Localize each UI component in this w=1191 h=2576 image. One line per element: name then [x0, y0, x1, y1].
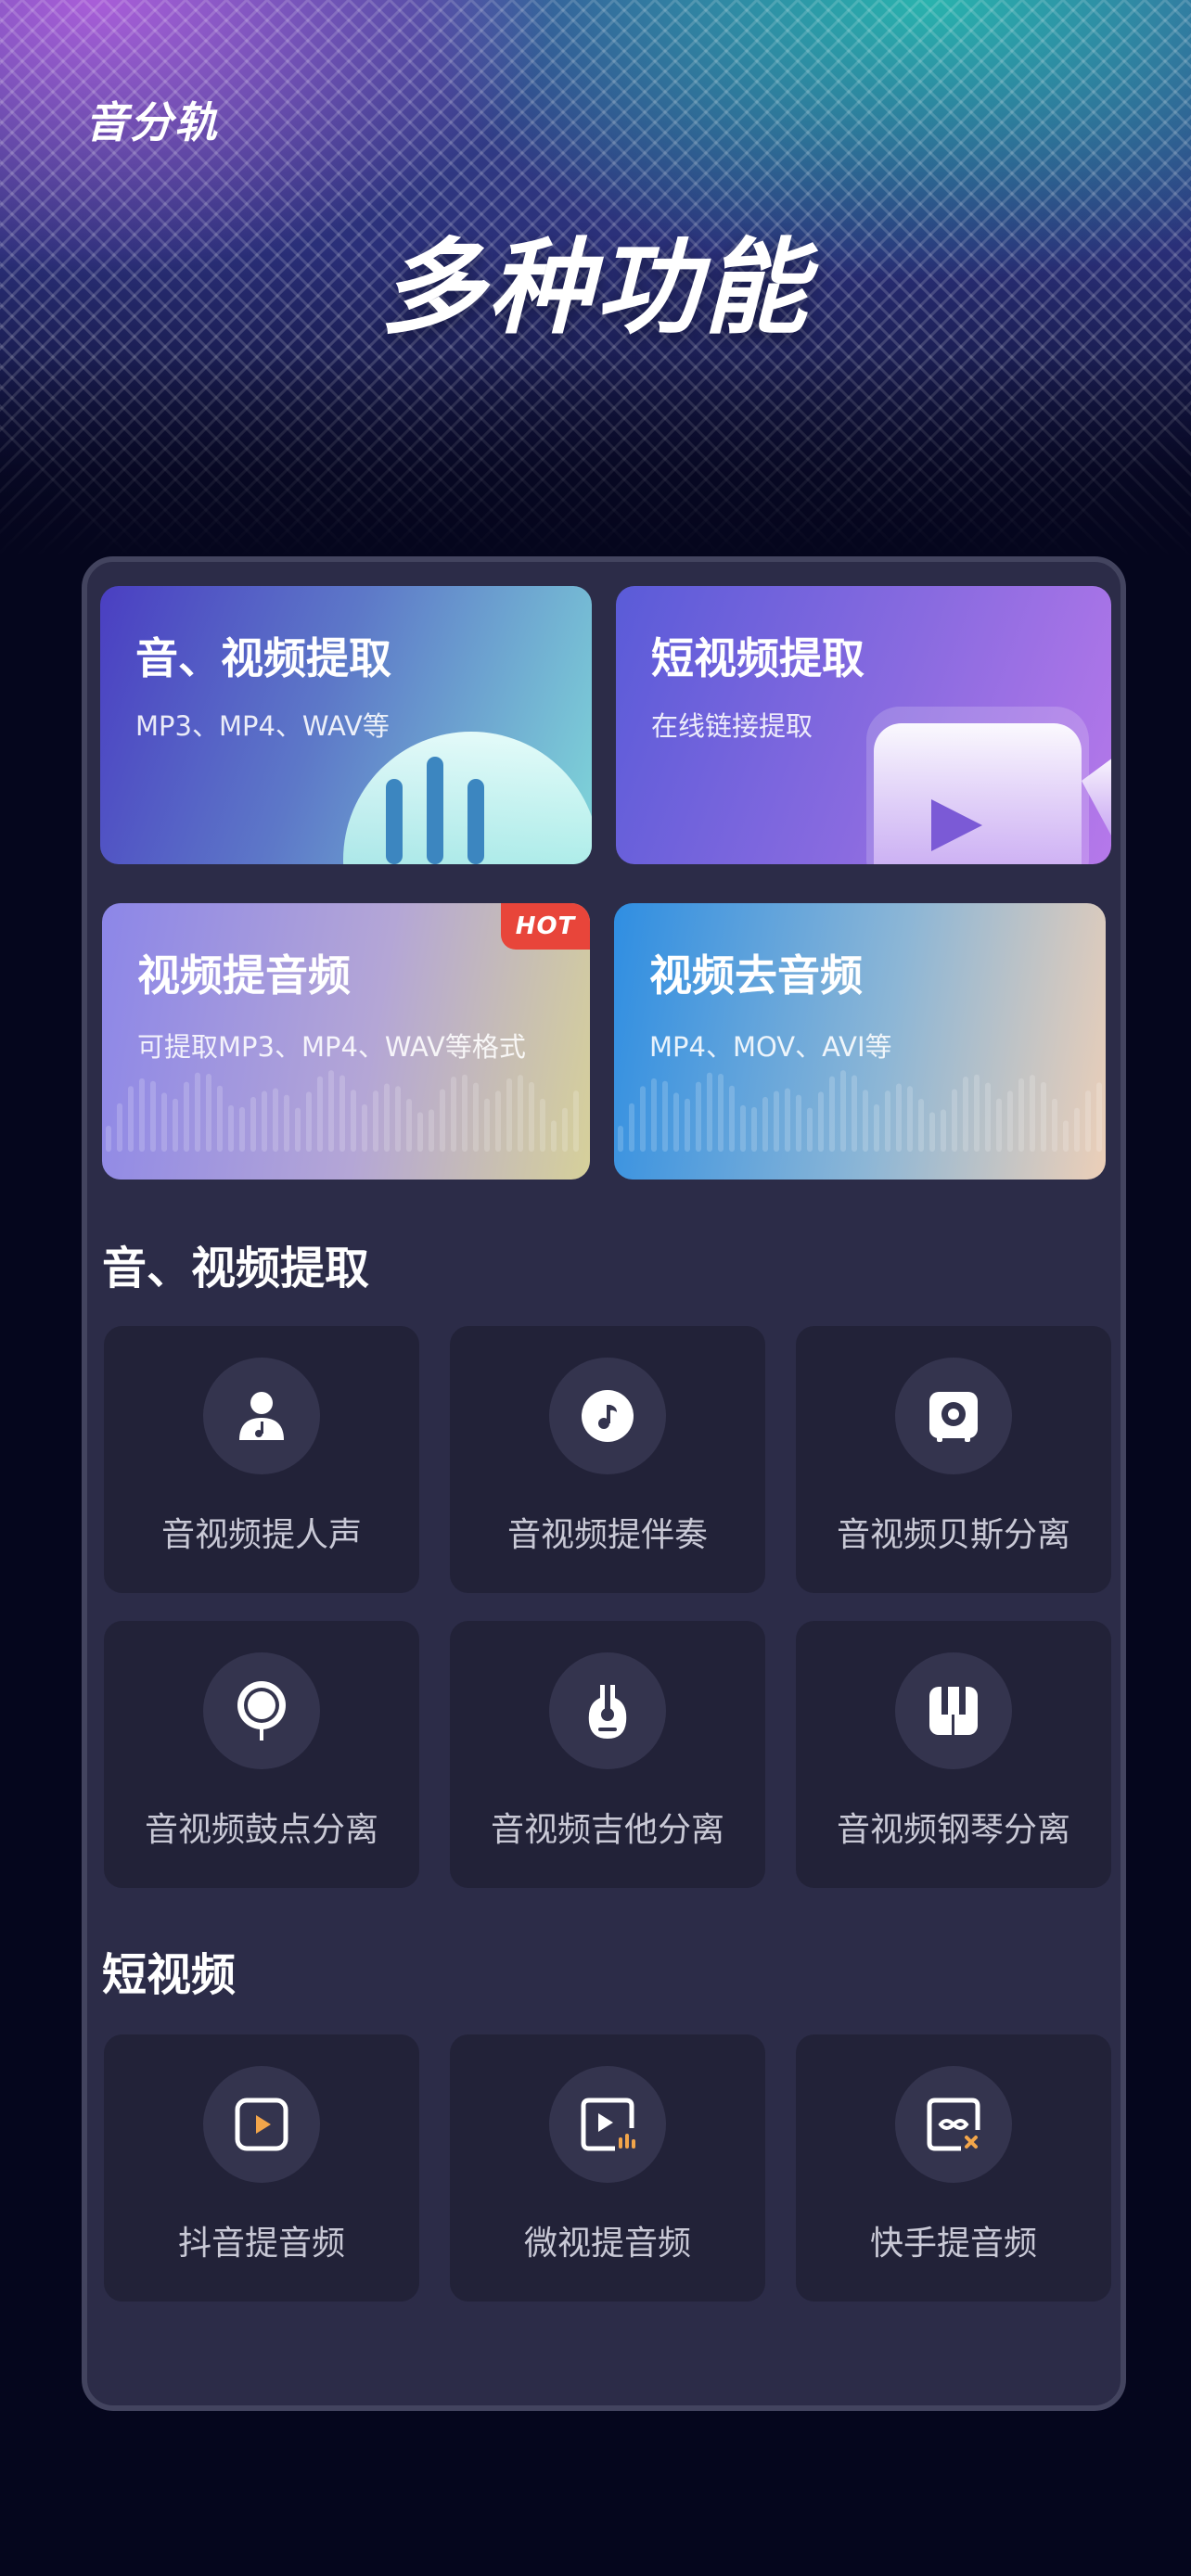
douyin-video-icon	[235, 2098, 288, 2151]
section-title-short: 短视频	[102, 1949, 237, 2001]
feature-title: 音、视频提取	[135, 633, 391, 683]
feature-title: 短视频提取	[651, 633, 864, 683]
tool-label: 音视频提人声	[160, 1516, 362, 1554]
piano-icon	[929, 1687, 978, 1735]
page-title: 多种功能	[380, 228, 811, 349]
feature-title: 视频去音频	[649, 950, 863, 1001]
tool-separate-drums[interactable]: 音视频鼓点分离	[104, 1621, 419, 1888]
speaker-icon	[929, 1392, 978, 1442]
feature-card-short-video[interactable]: 短视频提取 在线链接提取	[616, 586, 1111, 864]
tool-label: 微视提音频	[523, 2225, 691, 2263]
feature-card-video-to-audio[interactable]: 视频提音频 可提取MP3、MP4、WAV等格式 HOT	[102, 903, 590, 1180]
tool-label: 抖音提音频	[177, 2225, 345, 2263]
app-brand: 音分轨	[85, 97, 219, 147]
music-note-icon	[582, 1390, 634, 1442]
tool-label: 音视频吉他分离	[490, 1811, 724, 1849]
feature-title: 视频提音频	[137, 950, 351, 1001]
tool-weishi-audio[interactable]: 微视提音频	[450, 2034, 765, 2302]
guitar-icon	[588, 1685, 627, 1739]
feature-card-av-extract[interactable]: 音、视频提取 MP3、MP4、WAV等	[100, 586, 592, 864]
tool-kuaishou-audio[interactable]: 快手提音频	[796, 2034, 1111, 2302]
feature-subtitle: 可提取MP3、MP4、WAV等格式	[137, 1031, 526, 1063]
kuaishou-video-icon	[927, 2098, 980, 2151]
video-camera-icon	[866, 707, 1111, 864]
tool-separate-bass[interactable]: 音视频贝斯分离	[796, 1326, 1111, 1593]
hero-banner: 音分轨 多种功能	[0, 0, 1191, 556]
waveform-decoration	[618, 1070, 1102, 1152]
tool-separate-piano[interactable]: 音视频钢琴分离	[796, 1621, 1111, 1888]
main-panel: 音、视频提取 MP3、MP4、WAV等 短视频提取 在线链接提取 视频提音频 可…	[82, 556, 1126, 2411]
tool-label: 音视频鼓点分离	[144, 1811, 378, 1849]
tool-douyin-audio[interactable]: 抖音提音频	[104, 2034, 419, 2302]
weishi-video-icon	[581, 2098, 635, 2151]
hero-fade	[0, 352, 1191, 556]
tool-extract-vocals[interactable]: 音视频提人声	[104, 1326, 419, 1593]
waveform-decoration	[106, 1070, 579, 1152]
person-music-icon	[239, 1392, 284, 1440]
drum-icon	[237, 1681, 286, 1741]
tool-extract-accompaniment[interactable]: 音视频提伴奏	[450, 1326, 765, 1593]
tool-separate-guitar[interactable]: 音视频吉他分离	[450, 1621, 765, 1888]
tool-label: 音视频钢琴分离	[836, 1811, 1070, 1849]
tool-label: 快手提音频	[869, 2225, 1037, 2263]
tool-label: 音视频提伴奏	[506, 1516, 708, 1554]
hot-badge: HOT	[501, 903, 590, 950]
section-title-av: 音、视频提取	[102, 1243, 370, 1294]
feature-subtitle: 在线链接提取	[651, 710, 813, 742]
feature-subtitle: MP3、MP4、WAV等	[135, 710, 390, 742]
tool-label: 音视频贝斯分离	[836, 1516, 1070, 1554]
feature-card-remove-audio[interactable]: 视频去音频 MP4、MOV、AVI等	[614, 903, 1106, 1180]
feature-subtitle: MP4、MOV、AVI等	[649, 1031, 892, 1063]
